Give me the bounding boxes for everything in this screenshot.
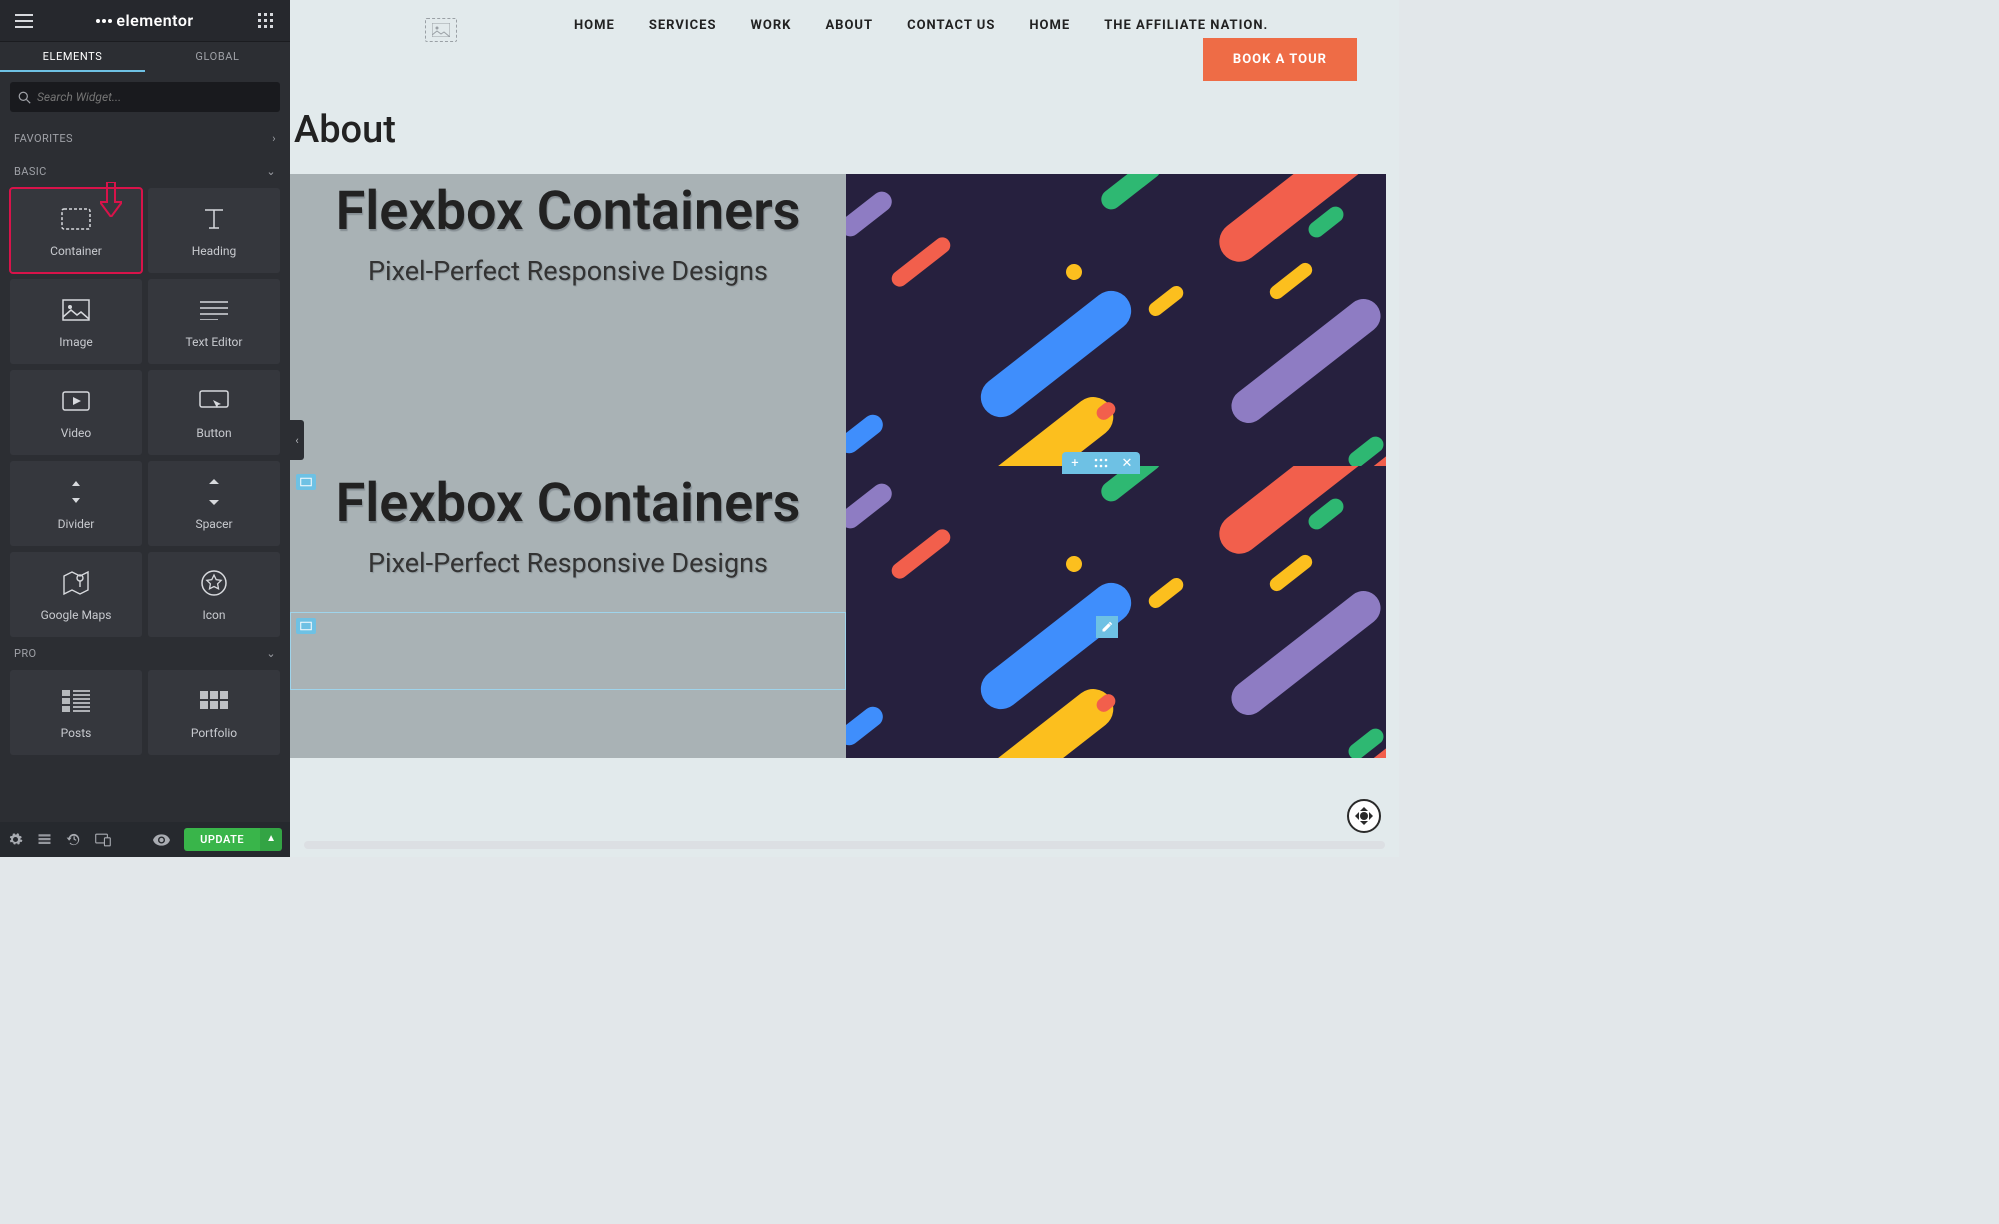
category-basic[interactable]: BASIC ⌄ <box>0 155 290 188</box>
annotation-arrow-icon <box>100 182 122 217</box>
text-editor-icon <box>200 295 228 325</box>
history-icon[interactable] <box>66 832 81 847</box>
image-icon <box>62 295 90 325</box>
container-handle-icon[interactable] <box>296 474 316 490</box>
nav-services[interactable]: SERVICES <box>649 18 717 33</box>
hero-text-col[interactable]: Flexbox Containers Pixel-Perfect Respons… <box>290 466 846 758</box>
heading-icon <box>201 204 227 234</box>
widgets-grid-pro: Posts Portfolio <box>0 670 290 755</box>
navigator-icon[interactable] <box>37 832 52 847</box>
drag-section-icon[interactable] <box>1088 452 1114 474</box>
editor-sidebar: elementor ELEMENTS GLOBAL FAVORITES › BA… <box>0 0 290 857</box>
tab-global[interactable]: GLOBAL <box>145 42 290 72</box>
grid-apps-icon[interactable] <box>252 7 280 35</box>
hero-graphic-col[interactable] <box>846 466 1386 758</box>
chevron-down-icon: ⌄ <box>266 647 276 660</box>
section-toolbar: + ✕ <box>1062 452 1140 474</box>
widget-heading[interactable]: Heading <box>148 188 280 273</box>
widget-search[interactable] <box>10 82 280 112</box>
hero-graphic-col[interactable] <box>846 174 1386 466</box>
chevron-down-icon: ⌄ <box>266 165 276 178</box>
widget-icon[interactable]: Icon <box>148 552 280 637</box>
category-pro[interactable]: PRO ⌄ <box>0 637 290 670</box>
collapse-sidebar-handle[interactable]: ‹ <box>290 420 304 460</box>
sidebar-footer: UPDATE ▲ <box>0 822 290 857</box>
widget-divider[interactable]: Divider <box>10 461 142 546</box>
nav-affiliate[interactable]: THE AFFILIATE NATION. <box>1104 18 1268 33</box>
widget-posts[interactable]: Posts <box>10 670 142 755</box>
nav-about[interactable]: ABOUT <box>825 18 873 33</box>
hero-subheading[interactable]: Pixel-Perfect Responsive Designs <box>368 547 768 581</box>
portfolio-icon <box>200 686 228 716</box>
responsive-icon[interactable] <box>95 833 111 847</box>
spacer-icon <box>204 477 224 507</box>
settings-icon[interactable] <box>8 832 23 847</box>
brand-logo: elementor <box>96 11 193 30</box>
hero-heading[interactable]: Flexbox Containers <box>336 182 801 241</box>
nav-home-2[interactable]: HOME <box>1029 18 1070 33</box>
container-handle-icon[interactable] <box>296 618 316 634</box>
image-placeholder-icon[interactable] <box>425 18 457 42</box>
horizontal-scrollbar[interactable] <box>304 841 1385 849</box>
nav-home[interactable]: HOME <box>574 18 615 33</box>
search-input[interactable] <box>37 90 272 104</box>
divider-icon <box>63 477 89 507</box>
widget-container[interactable]: Container <box>10 188 142 273</box>
widgets-grid-basic: Container Heading Image Text Editor Vide… <box>0 188 290 637</box>
widget-video[interactable]: Video <box>10 370 142 455</box>
publish-button-group: UPDATE ▲ <box>184 828 282 851</box>
nav-work[interactable]: WORK <box>751 18 792 33</box>
editor-canvas[interactable]: HOME SERVICES WORK ABOUT CONTACT US HOME… <box>290 0 1399 857</box>
nav-contact[interactable]: CONTACT US <box>907 18 995 33</box>
edit-element-icon[interactable] <box>1096 616 1118 638</box>
widget-text-editor[interactable]: Text Editor <box>148 279 280 364</box>
section-hero-1[interactable]: Flexbox Containers Pixel-Perfect Respons… <box>290 174 1386 466</box>
selected-element-outline <box>290 612 846 690</box>
button-icon <box>199 386 229 416</box>
cta-book-tour[interactable]: BOOK A TOUR <box>1203 38 1357 81</box>
pan-navigator-icon[interactable] <box>1347 799 1381 833</box>
publish-options-caret[interactable]: ▲ <box>260 828 282 851</box>
hamburger-menu-icon[interactable] <box>10 7 38 35</box>
update-button[interactable]: UPDATE <box>184 828 260 851</box>
star-icon <box>201 568 227 598</box>
widget-button[interactable]: Button <box>148 370 280 455</box>
add-section-icon[interactable]: + <box>1062 452 1088 474</box>
video-icon <box>62 386 90 416</box>
widget-portfolio[interactable]: Portfolio <box>148 670 280 755</box>
widget-google-maps[interactable]: Google Maps <box>10 552 142 637</box>
sidebar-tabs: ELEMENTS GLOBAL <box>0 42 290 72</box>
map-icon <box>63 568 89 598</box>
widget-image[interactable]: Image <box>10 279 142 364</box>
container-icon <box>61 204 91 234</box>
section-hero-2-selected[interactable]: + ✕ Flexbox Containers Pixel-Perfect Res… <box>290 466 1386 758</box>
posts-icon <box>62 686 90 716</box>
category-favorites[interactable]: FAVORITES › <box>0 122 290 155</box>
hero-heading[interactable]: Flexbox Containers <box>336 474 801 533</box>
preview-icon[interactable] <box>153 834 170 846</box>
search-icon <box>18 91 31 104</box>
widget-spacer[interactable]: Spacer <box>148 461 280 546</box>
sidebar-header: elementor <box>0 0 290 42</box>
tab-elements[interactable]: ELEMENTS <box>0 42 145 72</box>
chevron-right-icon: › <box>272 132 276 145</box>
hero-subheading[interactable]: Pixel-Perfect Responsive Designs <box>368 255 768 289</box>
hero-text-col[interactable]: Flexbox Containers Pixel-Perfect Respons… <box>290 174 846 466</box>
page-title: About <box>294 108 396 152</box>
delete-section-icon[interactable]: ✕ <box>1114 452 1140 474</box>
